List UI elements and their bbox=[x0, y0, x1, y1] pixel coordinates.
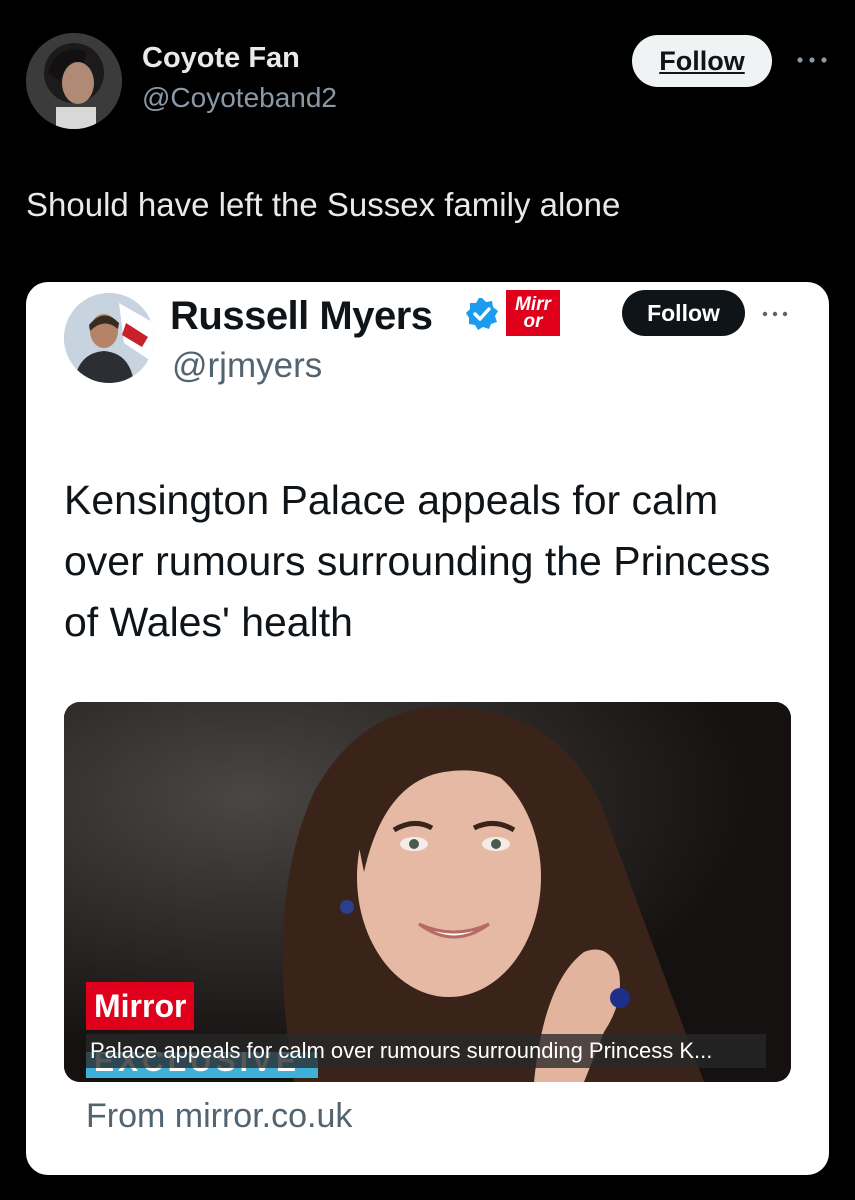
author-name[interactable]: Coyote Fan bbox=[142, 42, 300, 75]
article-image[interactable]: Mirror EXCLUSIVE Palace appeals for calm… bbox=[64, 702, 791, 1082]
link-source[interactable]: From mirror.co.uk bbox=[86, 1097, 352, 1136]
quoted-author-name[interactable]: Russell Myers bbox=[170, 294, 433, 339]
more-options-icon[interactable] bbox=[792, 40, 832, 64]
quoted-avatar[interactable] bbox=[64, 293, 154, 383]
media-caption: Palace appeals for calm over rumours sur… bbox=[86, 1034, 766, 1068]
quoted-post-card[interactable]: Russell Myers Mirr or @rjmyers Follow Ke… bbox=[26, 282, 829, 1175]
post-text: Should have left the Sussex family alone bbox=[26, 186, 621, 223]
verified-badge-icon bbox=[464, 296, 500, 332]
quoted-post-text: Kensington Palace appeals for calm over … bbox=[64, 477, 771, 645]
mirror-affiliate-badge[interactable]: Mirr or bbox=[506, 290, 560, 336]
author-handle[interactable]: @Coyoteband2 bbox=[142, 82, 337, 114]
follow-button[interactable]: Follow bbox=[632, 35, 772, 87]
avatar[interactable] bbox=[26, 33, 122, 129]
post-header: Coyote Fan @Coyoteband2 Follow bbox=[0, 0, 855, 150]
quoted-more-options-icon[interactable] bbox=[759, 304, 791, 320]
badge-line-2: or bbox=[523, 311, 543, 332]
media-brand-label: Mirror bbox=[86, 982, 195, 1030]
quoted-author-handle[interactable]: @rjmyers bbox=[172, 346, 322, 386]
quoted-follow-button[interactable]: Follow bbox=[622, 290, 745, 336]
